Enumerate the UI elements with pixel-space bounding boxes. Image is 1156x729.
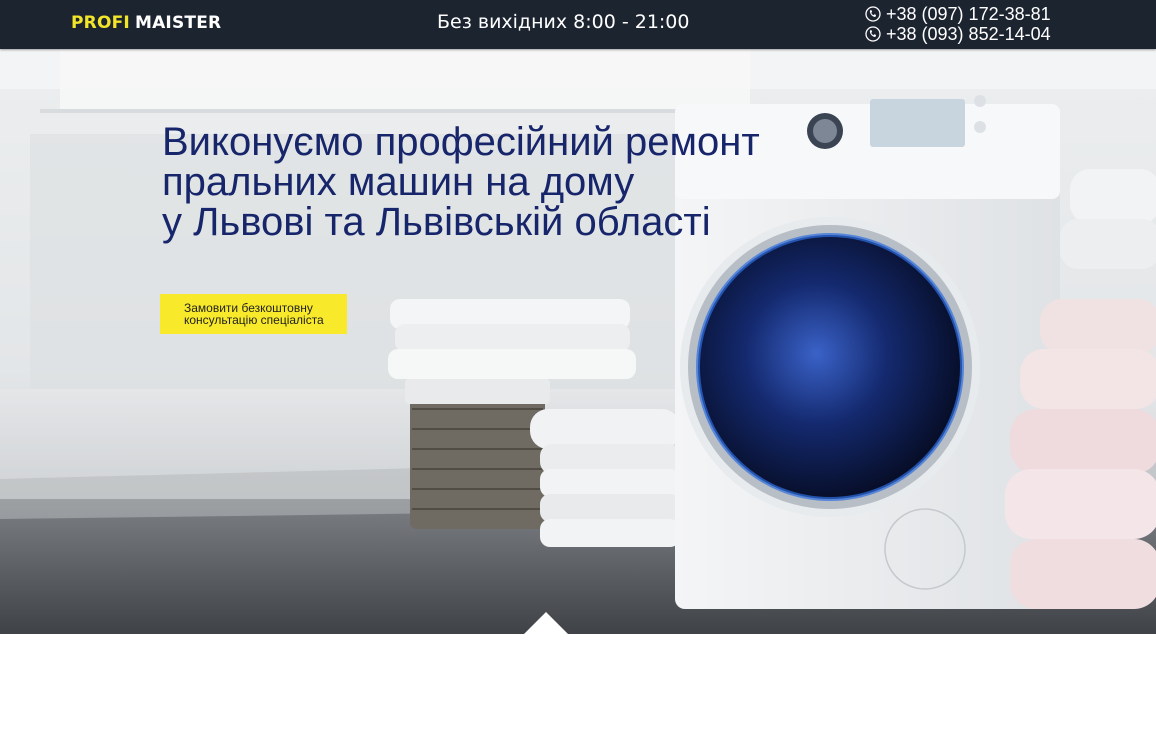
logo-part1: PROFI [71,13,130,33]
headline-line-3: у Львові та Львівській області [162,200,711,244]
phone-item-2[interactable]: +38 (093) 852-14-04 [865,24,1051,44]
phone-number-1[interactable]: +38 (097) 172-38-81 [886,4,1051,24]
headline-line-1: Виконуємо професійний ремонт [162,120,760,164]
cta-line-2: консультацію спеціаліста [184,313,324,327]
site-logo[interactable]: PROFI MAISTER [71,11,221,35]
headline-line-2: пральних машин на дому [162,160,635,204]
phone-handset-icon [865,26,881,42]
phone-item-1[interactable]: +38 (097) 172-38-81 [865,4,1051,24]
logo-part2: MAISTER [134,13,222,33]
hero-section: Виконуємо професійний ремонт пральних ма… [0,49,1156,634]
header-bar: PROFI MAISTER Без вихідних 8:00 - 21:00 +… [0,0,1156,49]
phone-handset-icon [865,6,881,22]
section-divider-arrow [524,612,568,634]
phone-list: +38 (097) 172-38-81 +38 (093) 852-14-04 [865,4,1051,44]
hero-headline: Виконуємо професійний ремонт пральних ма… [162,122,760,242]
working-hours: Без вихідних 8:00 - 21:00 [437,11,690,33]
free-consultation-button[interactable]: Замовити безкоштовну консультацію спеціа… [160,294,347,334]
phone-number-2[interactable]: +38 (093) 852-14-04 [886,24,1051,44]
